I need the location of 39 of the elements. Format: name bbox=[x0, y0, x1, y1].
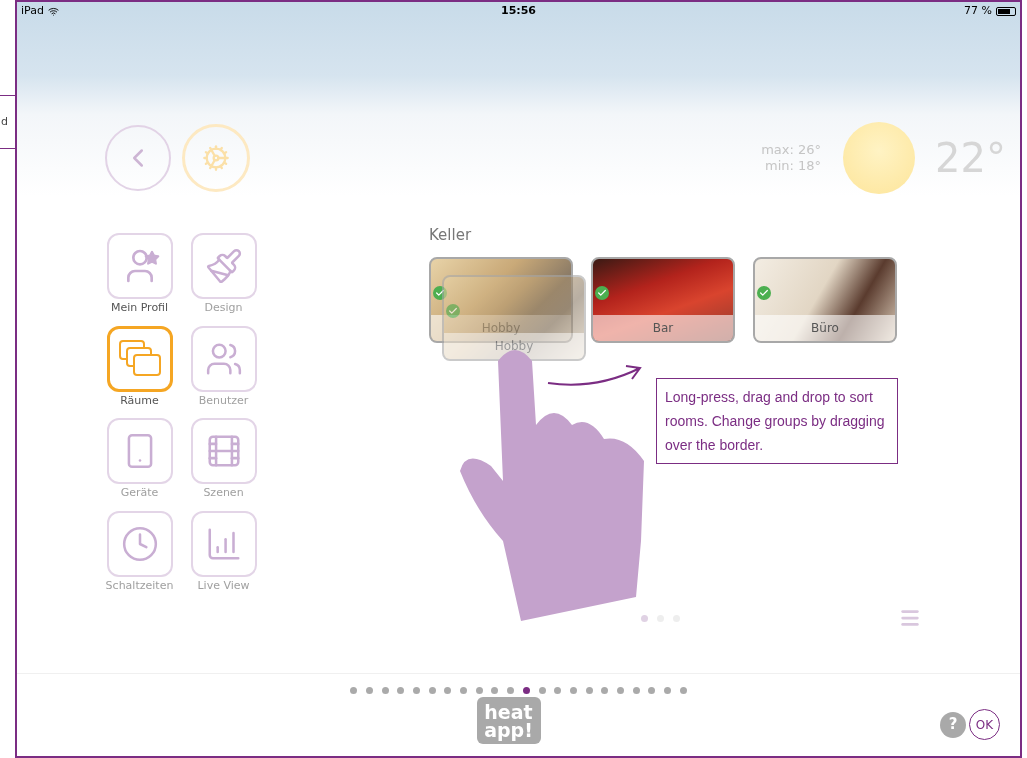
tile-label: Szenen bbox=[203, 485, 244, 501]
stacked-cards-icon bbox=[117, 338, 162, 379]
battery-percent: 77 % bbox=[964, 2, 992, 19]
tile-label: Design bbox=[204, 300, 243, 316]
room-label: Büro bbox=[811, 319, 839, 337]
menu-tile[interactable] bbox=[190, 233, 257, 299]
tile-label: Räume bbox=[120, 392, 159, 409]
tile-label: Schaltzeiten bbox=[105, 577, 174, 594]
tile-label: Live View bbox=[197, 577, 250, 594]
menu-tile[interactable] bbox=[106, 418, 173, 484]
menu-tile[interactable] bbox=[106, 325, 173, 392]
battery-icon bbox=[996, 6, 1016, 16]
logo-text: app! bbox=[484, 720, 533, 739]
logo-text: heat bbox=[484, 702, 533, 721]
room-label: Bar bbox=[652, 319, 674, 337]
tile-label: Benutzer bbox=[198, 392, 249, 409]
room-card[interactable]: Bar bbox=[591, 256, 735, 343]
menu-tile[interactable] bbox=[106, 233, 173, 299]
device-name: iPad bbox=[21, 2, 44, 19]
menu-tile[interactable] bbox=[190, 325, 257, 392]
clock-time: 15:56 bbox=[501, 2, 536, 19]
back-button[interactable] bbox=[105, 125, 171, 191]
menu-tile[interactable] bbox=[190, 418, 257, 484]
group-title: Keller bbox=[429, 225, 473, 246]
menu-tile[interactable] bbox=[106, 510, 173, 577]
tile-label: Mein Profil bbox=[110, 300, 169, 316]
settings-icon bbox=[202, 144, 230, 172]
clock-icon bbox=[120, 524, 159, 563]
settings-button[interactable] bbox=[182, 124, 250, 192]
help-button[interactable]: ? bbox=[940, 711, 966, 738]
wifi-icon bbox=[47, 5, 59, 17]
menu-tile[interactable] bbox=[190, 510, 257, 577]
callout-text: d bbox=[0, 113, 8, 130]
room-card[interactable]: Büro bbox=[753, 256, 897, 343]
menu-icon[interactable] bbox=[899, 607, 921, 629]
hint-text: Long-press, drag and drop to sort rooms. Change groups by dragging over the border. bbox=[665, 388, 885, 453]
paintbrush-icon bbox=[204, 247, 243, 285]
tile-label: Geräte bbox=[120, 485, 159, 501]
min-temperature: min: 18° bbox=[765, 158, 822, 175]
